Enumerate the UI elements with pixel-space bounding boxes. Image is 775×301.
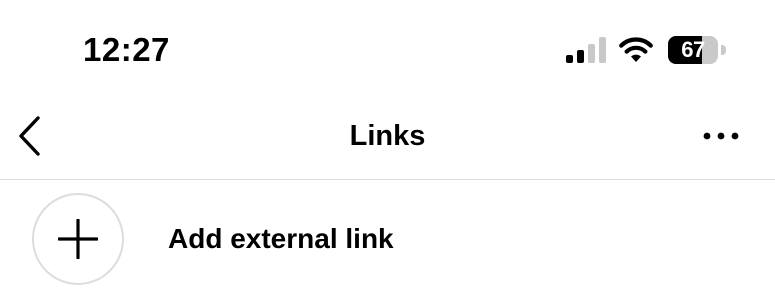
add-external-link-label: Add external link [168,223,394,254]
wifi-icon [619,37,653,62]
signal-bar [588,44,595,63]
cellular-signal-icon [566,37,606,63]
signal-bar [599,37,606,63]
add-link-circle [32,193,124,285]
signal-bar [577,50,584,63]
add-external-link-button[interactable]: Add external link [0,181,775,301]
battery-percent: 67 [681,37,705,62]
plus-icon [58,219,98,259]
signal-bar [566,55,573,63]
more-options-button[interactable] [697,120,745,152]
nav-header: Links [0,100,775,180]
back-button[interactable] [10,114,50,158]
page-title: Links [349,120,426,152]
more-horizontal-icon [703,132,739,140]
battery-icon: 67 [668,36,728,64]
status-bar: 12:27 67 [0,0,775,100]
status-time: 12:27 [83,31,170,68]
chevron-left-icon [19,116,40,156]
